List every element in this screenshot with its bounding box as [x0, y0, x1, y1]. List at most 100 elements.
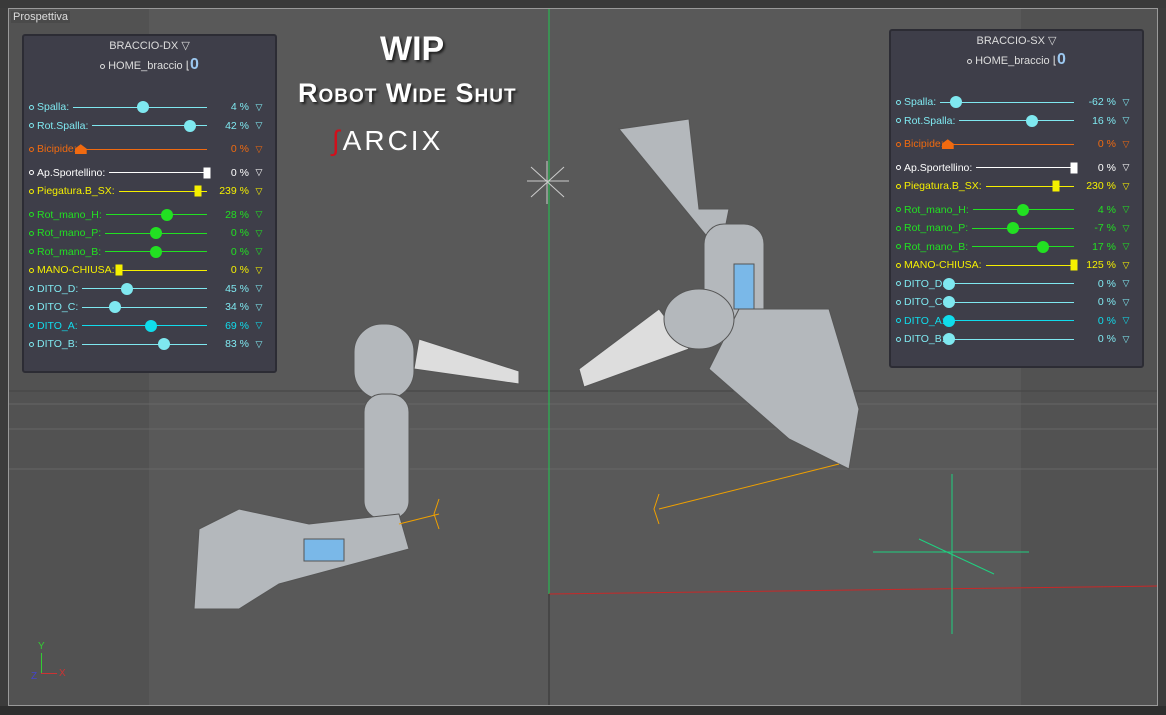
home-button[interactable]: HOME_braccio ⌊0 — [891, 51, 1142, 75]
dropdown-arrow-icon[interactable]: ▽ — [1116, 181, 1136, 192]
keyframe-dot-icon[interactable] — [896, 207, 901, 213]
timeline-ruler[interactable] — [0, 706, 1166, 715]
slider-value[interactable]: 0 % — [1078, 296, 1116, 308]
keyframe-dot-icon[interactable] — [896, 118, 901, 124]
dropdown-arrow-icon[interactable]: ▽ — [1116, 204, 1136, 215]
slider-track[interactable] — [985, 259, 1078, 271]
dropdown-arrow-icon[interactable]: ▽ — [1116, 297, 1136, 308]
slider-track[interactable] — [940, 96, 1074, 109]
keyframe-dot-icon[interactable] — [896, 336, 901, 342]
dropdown-arrow-icon[interactable]: ▽ — [249, 265, 269, 276]
keyframe-dot-icon[interactable] — [29, 286, 34, 292]
dropdown-arrow-icon[interactable]: ▽ — [249, 246, 269, 257]
slider-value[interactable]: 0 % — [211, 167, 249, 179]
home-button[interactable]: HOME_braccio ⌊0 — [24, 56, 275, 80]
dropdown-arrow-icon[interactable]: ▽ — [249, 144, 269, 155]
slider-value[interactable]: 4 % — [1078, 204, 1116, 216]
slider-handle[interactable] — [1052, 180, 1060, 192]
rig-selector[interactable]: BRACCIO-SX ▽ — [891, 34, 1142, 47]
slider-handle[interactable] — [183, 119, 196, 132]
keyframe-dot-icon[interactable] — [896, 165, 901, 171]
slider-handle[interactable] — [158, 338, 171, 351]
slider-value[interactable]: 42 % — [211, 120, 249, 132]
slider-track[interactable] — [943, 296, 1074, 309]
slider-track[interactable] — [972, 240, 1074, 253]
slider-handle[interactable] — [115, 264, 123, 276]
slider-handle[interactable] — [942, 314, 955, 327]
slider-track[interactable] — [105, 245, 207, 258]
slider-value[interactable]: 45 % — [211, 283, 249, 295]
dropdown-arrow-icon[interactable]: ▽ — [1116, 260, 1136, 271]
slider-track[interactable] — [942, 314, 1074, 327]
slider-value[interactable]: 83 % — [211, 338, 249, 350]
keyframe-dot-icon[interactable] — [896, 141, 901, 147]
dropdown-arrow-icon[interactable]: ▽ — [1116, 278, 1136, 289]
keyframe-dot-icon[interactable] — [896, 299, 901, 305]
dropdown-arrow-icon[interactable]: ▽ — [249, 167, 269, 178]
keyframe-dot-icon[interactable] — [29, 323, 34, 329]
keyframe-dot-icon[interactable] — [896, 225, 901, 231]
slider-handle[interactable] — [144, 319, 157, 332]
slider-value[interactable]: 34 % — [211, 301, 249, 313]
dropdown-arrow-icon[interactable]: ▽ — [1116, 162, 1136, 173]
dropdown-arrow-icon[interactable]: ▽ — [249, 120, 269, 131]
keyframe-dot-icon[interactable] — [29, 304, 34, 310]
slider-value[interactable]: -62 % — [1078, 96, 1116, 108]
dropdown-arrow-icon[interactable]: ▽ — [1116, 334, 1136, 345]
slider-handle[interactable] — [1070, 259, 1078, 271]
slider-value[interactable]: 0 % — [1078, 278, 1116, 290]
slider-track[interactable] — [109, 167, 211, 179]
slider-track[interactable] — [118, 185, 207, 197]
slider-value[interactable]: 0 % — [211, 246, 249, 258]
slider-track[interactable] — [943, 277, 1074, 290]
keyframe-dot-icon[interactable] — [29, 341, 34, 347]
keyframe-dot-icon[interactable] — [29, 230, 34, 236]
dropdown-arrow-icon[interactable]: ▽ — [249, 302, 269, 313]
slider-handle[interactable] — [121, 282, 134, 295]
keyframe-dot-icon[interactable] — [896, 99, 901, 105]
dropdown-arrow-icon[interactable]: ▽ — [249, 186, 269, 197]
slider-track[interactable] — [74, 144, 207, 155]
keyframe-dot-icon[interactable] — [29, 188, 34, 194]
slider-value[interactable]: 0 % — [1078, 315, 1116, 327]
slider-handle[interactable] — [108, 301, 121, 314]
dropdown-arrow-icon[interactable]: ▽ — [1116, 241, 1136, 252]
slider-value[interactable]: 0 % — [1078, 162, 1116, 174]
dropdown-arrow-icon[interactable]: ▽ — [249, 339, 269, 350]
dropdown-arrow-icon[interactable]: ▽ — [249, 283, 269, 294]
keyframe-dot-icon[interactable] — [29, 104, 34, 110]
slider-value[interactable]: 0 % — [211, 264, 249, 276]
slider-handle[interactable] — [943, 277, 956, 290]
slider-value[interactable]: 239 % — [211, 185, 249, 197]
keyframe-dot-icon[interactable] — [896, 262, 901, 268]
slider-handle[interactable] — [203, 167, 211, 179]
slider-track[interactable] — [972, 203, 1074, 216]
slider-handle[interactable] — [136, 101, 149, 114]
keyframe-dot-icon[interactable] — [896, 318, 901, 324]
dropdown-arrow-icon[interactable]: ▽ — [1116, 97, 1136, 108]
dropdown-arrow-icon[interactable]: ▽ — [1116, 115, 1136, 126]
slider-value[interactable]: -7 % — [1078, 222, 1116, 234]
slider-value[interactable]: 16 % — [1078, 115, 1116, 127]
dropdown-arrow-icon[interactable]: ▽ — [249, 228, 269, 239]
slider-handle[interactable] — [1017, 203, 1030, 216]
dropdown-arrow-icon[interactable]: ▽ — [1116, 223, 1136, 234]
slider-value[interactable]: 69 % — [211, 320, 249, 332]
slider-track[interactable] — [92, 119, 207, 132]
keyframe-dot-icon[interactable] — [896, 183, 901, 189]
slider-handle[interactable] — [1070, 162, 1078, 174]
keyframe-dot-icon[interactable] — [896, 281, 901, 287]
keyframe-dot-icon[interactable] — [29, 146, 34, 152]
slider-track[interactable] — [82, 301, 207, 314]
slider-track[interactable] — [73, 101, 207, 114]
keyframe-dot-icon[interactable] — [29, 170, 34, 176]
slider-track[interactable] — [959, 114, 1074, 127]
slider-track[interactable] — [81, 319, 207, 332]
dropdown-arrow-icon[interactable]: ▽ — [249, 209, 269, 220]
keyframe-dot-icon[interactable] — [896, 244, 901, 250]
slider-handle[interactable] — [1006, 222, 1019, 235]
slider-handle[interactable] — [150, 227, 163, 240]
slider-track[interactable] — [976, 162, 1078, 174]
slider-value[interactable]: 0 % — [1078, 138, 1116, 150]
dropdown-arrow-icon[interactable]: ▽ — [1116, 139, 1136, 150]
